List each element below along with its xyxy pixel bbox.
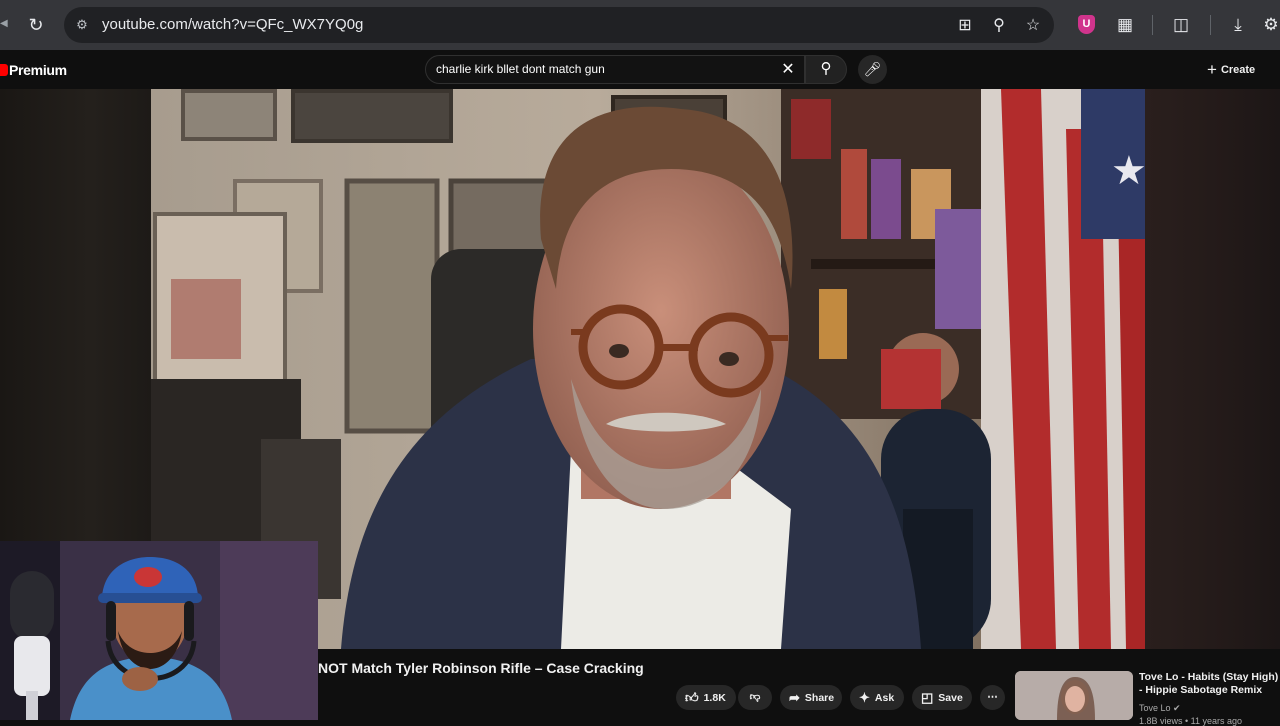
browser-toolbar: ◀ ↻ ⚙ youtube.com/watch?v=QFc_WX7YQ0g ⊞ … xyxy=(0,0,1280,50)
svg-text:★: ★ xyxy=(1111,148,1145,194)
address-bar[interactable]: ⚙ youtube.com/watch?v=QFc_WX7YQ0g ⊞ ⚲ ☆ xyxy=(64,7,1054,43)
ask-button[interactable]: ✦ Ask xyxy=(850,685,904,710)
bookmark-star-icon[interactable]: ☆ xyxy=(1022,15,1044,37)
search-box: ✕ xyxy=(425,55,805,84)
search-input[interactable] xyxy=(436,62,766,76)
recommended-meta: 1.8B views • 11 years ago xyxy=(1139,716,1243,726)
thumbnail-image xyxy=(1015,671,1133,720)
recommended-thumbnail[interactable] xyxy=(1015,671,1133,720)
toolbar-divider xyxy=(1152,15,1153,35)
youtube-header: Premium ✕ ⚲ 🎤︎ +Create xyxy=(0,50,1280,89)
youtube-logo-icon[interactable] xyxy=(0,64,8,76)
ambient-backdrop-right xyxy=(1145,89,1280,649)
webcam-frame xyxy=(0,541,318,720)
search-button[interactable]: ⚲ xyxy=(805,55,847,84)
url-text[interactable]: youtube.com/watch?v=QFc_WX7YQ0g xyxy=(102,16,363,33)
reload-icon[interactable]: ↻ xyxy=(24,13,48,37)
more-dots-icon: ⋯ xyxy=(987,691,998,703)
video-title: NOT Match Tyler Robinson Rifle – Case Cr… xyxy=(318,660,644,676)
verified-icon: ✔ xyxy=(1173,703,1181,713)
logo-premium-label[interactable]: Premium xyxy=(9,62,67,78)
recommended-title[interactable]: Tove Lo - Habits (Stay High) - Hippie Sa… xyxy=(1139,671,1279,697)
thumbs-up-icon: 👍︎ xyxy=(685,690,699,705)
create-button[interactable]: + Create xyxy=(1199,59,1263,81)
recommended-video[interactable]: Tove Lo - Habits (Stay High) - Hippie Sa… xyxy=(1015,671,1280,726)
recommended-channel[interactable]: Tove Lo ✔ xyxy=(1139,703,1181,714)
profile-icon[interactable]: ⚙ xyxy=(1262,13,1280,37)
sparkle-icon: ✦ xyxy=(859,690,870,705)
like-button[interactable]: 👍︎ 1.8K xyxy=(676,685,736,710)
reading-mode-icon[interactable]: ◫ xyxy=(1169,13,1193,37)
save-button[interactable]: ◰ Save xyxy=(912,685,972,710)
bookmark-icon: ◰ xyxy=(921,690,934,705)
share-button[interactable]: ➦ Share xyxy=(780,685,842,710)
tab-edge-arrow-icon: ◀ xyxy=(0,18,8,29)
site-info-icon[interactable]: ⚙ xyxy=(72,15,92,35)
video-info: NOT Match Tyler Robinson Rifle – Case Cr… xyxy=(318,649,1280,726)
share-arrow-icon: ➦ xyxy=(789,690,800,705)
extensions-puzzle-icon[interactable]: ▦ xyxy=(1113,13,1137,37)
webcam-overlay xyxy=(0,541,318,720)
dislike-button[interactable]: 👎︎ xyxy=(738,685,772,710)
ambient-backdrop-left xyxy=(0,89,151,549)
thumbs-down-icon: 👎︎ xyxy=(749,691,761,703)
zoom-icon[interactable]: ⚲ xyxy=(988,15,1010,37)
download-icon[interactable]: ⤓ xyxy=(1226,13,1250,37)
microphone-icon: 🎤︎ xyxy=(863,61,882,77)
clear-search-icon[interactable]: ✕ xyxy=(778,60,798,80)
more-actions-button[interactable]: ⋯ xyxy=(980,685,1005,710)
plus-icon: + xyxy=(1207,60,1217,79)
ublock-extension-icon[interactable]: U xyxy=(1078,15,1095,34)
search-icon: ⚲ xyxy=(820,60,832,77)
install-app-icon[interactable]: ⊞ xyxy=(954,15,976,37)
voice-search-button[interactable]: 🎤︎ xyxy=(858,55,887,84)
toolbar-divider xyxy=(1210,15,1211,35)
